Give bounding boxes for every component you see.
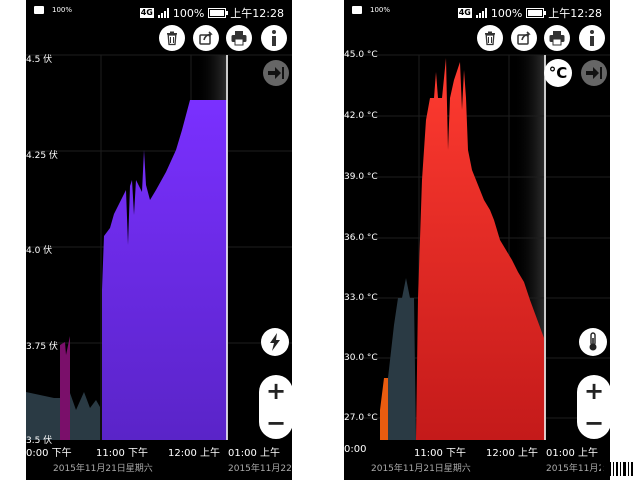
zoom-in-button[interactable]: + bbox=[259, 375, 292, 407]
share-icon bbox=[199, 31, 213, 45]
info-button[interactable] bbox=[579, 25, 605, 51]
x-tick-label: 11:00 下午 bbox=[96, 448, 148, 459]
x-tick-label: 0:00 下午 bbox=[26, 448, 72, 459]
date-label: 2015年11月21日星期六 bbox=[371, 464, 471, 474]
mode-button[interactable] bbox=[579, 328, 607, 356]
delete-button[interactable] bbox=[159, 25, 185, 51]
info-button[interactable] bbox=[261, 25, 287, 51]
barcode-icon bbox=[601, 462, 633, 476]
x-tick-label: 01:00 上午 bbox=[228, 448, 280, 459]
share-icon bbox=[517, 31, 531, 45]
thermometer-icon bbox=[589, 332, 597, 351]
y-tick-label: 36.0 °C bbox=[344, 233, 378, 243]
voltage-chart[interactable] bbox=[26, 0, 292, 480]
y-tick-label: 4.0 伏 bbox=[26, 246, 53, 256]
trash-icon bbox=[485, 31, 495, 46]
date-label: 2015年11月2 bbox=[546, 464, 605, 474]
share-button[interactable] bbox=[193, 25, 219, 51]
temperature-prior-area bbox=[388, 278, 416, 440]
date-label: 2015年11月22 bbox=[228, 464, 292, 474]
info-icon bbox=[272, 30, 276, 46]
jump-to-end-button[interactable] bbox=[263, 60, 289, 86]
x-tick-label: 01:00 上午 bbox=[546, 448, 598, 459]
voltage-screen: 100% 4G 100% 上午12:28 4.5 伏 4.25 伏 4.0 伏 … bbox=[26, 0, 292, 480]
jump-to-end-icon bbox=[268, 67, 284, 79]
trash-icon bbox=[167, 31, 177, 46]
y-tick-label: 39.0 °C bbox=[344, 172, 378, 182]
y-tick-label: 42.0 °C bbox=[344, 111, 378, 121]
info-icon bbox=[590, 30, 594, 46]
jump-to-end-icon bbox=[586, 67, 602, 79]
y-tick-label: 30.0 °C bbox=[344, 353, 378, 363]
temperature-screen: 100% 4G 100% 上午12:28 45.0 °C 42.0 °C 39.… bbox=[344, 0, 610, 480]
share-button[interactable] bbox=[511, 25, 537, 51]
x-tick-label: 12:00 上午 bbox=[168, 448, 220, 459]
zoom-out-button[interactable]: − bbox=[259, 407, 292, 439]
zoom-control: + − bbox=[259, 375, 292, 439]
voltage-magenta-area bbox=[60, 336, 70, 440]
zoom-out-button[interactable]: − bbox=[577, 407, 610, 439]
y-tick-label: 45.0 °C bbox=[344, 50, 378, 60]
y-tick-label: 4.5 伏 bbox=[26, 55, 53, 65]
voltage-prior-area-2 bbox=[70, 392, 100, 440]
zoom-in-button[interactable]: + bbox=[577, 375, 610, 407]
y-tick-label: 4.25 伏 bbox=[26, 151, 58, 161]
jump-to-end-button[interactable] bbox=[581, 60, 607, 86]
unit-toggle-button[interactable]: °C bbox=[544, 59, 572, 87]
y-tick-label: 3.75 伏 bbox=[26, 342, 58, 352]
date-label: 2015年11月21日星期六 bbox=[53, 464, 153, 474]
temperature-orange-area bbox=[380, 378, 388, 440]
y-tick-label: 33.0 °C bbox=[344, 293, 378, 303]
print-icon bbox=[549, 31, 565, 46]
print-button[interactable] bbox=[226, 25, 252, 51]
x-tick-label: 12:00 上午 bbox=[486, 448, 538, 459]
x-tick-label: 0:00 bbox=[344, 444, 367, 455]
x-tick-label: 11:00 下午 bbox=[414, 448, 466, 459]
print-icon bbox=[231, 31, 247, 46]
zoom-control: + − bbox=[577, 375, 610, 439]
print-button[interactable] bbox=[544, 25, 570, 51]
mode-button[interactable] bbox=[261, 328, 289, 356]
y-tick-label: 27.0 °C bbox=[344, 413, 378, 423]
lightning-icon bbox=[270, 333, 280, 351]
delete-button[interactable] bbox=[477, 25, 503, 51]
